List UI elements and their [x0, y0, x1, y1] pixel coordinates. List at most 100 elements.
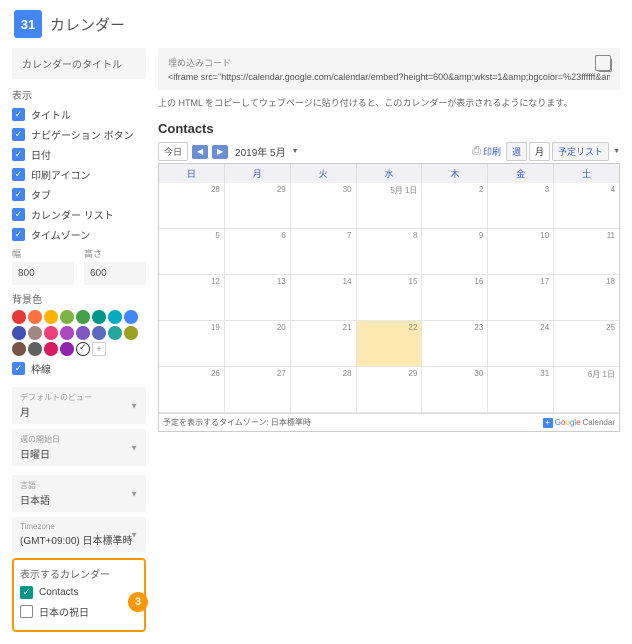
color-swatch[interactable] [60, 342, 74, 356]
calendar-cell[interactable]: 28 [159, 183, 225, 229]
calendar-cell[interactable]: 6月 1日 [554, 367, 619, 413]
calendar-cell[interactable]: 4 [554, 183, 619, 229]
color-swatch[interactable] [92, 326, 106, 340]
color-swatch[interactable] [12, 342, 26, 356]
display-option-label: タイムゾーン [31, 227, 90, 242]
color-swatch[interactable] [124, 326, 138, 340]
calendar-cell[interactable]: 21 [291, 321, 357, 367]
calendar-cell[interactable]: 12 [159, 275, 225, 321]
calendar-cell[interactable]: 5 [159, 229, 225, 275]
calendar-title-section[interactable]: カレンダーのタイトル [12, 48, 146, 79]
display-label: 表示 [12, 87, 146, 102]
calendar-cell[interactable]: 11 [554, 229, 619, 275]
color-swatch[interactable] [60, 326, 74, 340]
chevron-down-icon[interactable]: ▼ [292, 148, 299, 155]
color-swatch[interactable] [12, 310, 26, 324]
display-option-label: ナビゲーション ボタン [31, 127, 134, 142]
language-select[interactable]: 言語日本語▼ [12, 475, 146, 512]
color-swatch[interactable] [92, 310, 106, 324]
view-agenda-button[interactable]: 予定リスト [552, 142, 609, 161]
color-swatch[interactable] [44, 310, 58, 324]
display-option[interactable]: 日付 [12, 147, 146, 162]
embed-code-text[interactable]: <iframe src="https://calendar.google.com… [168, 72, 610, 82]
view-week-button[interactable]: 週 [506, 142, 527, 161]
sidebar: カレンダーのタイトル 表示 タイトルナビゲーション ボタン日付印刷アイコンタブカ… [12, 48, 146, 632]
calendar-cell[interactable]: 30 [291, 183, 357, 229]
color-swatch[interactable] [108, 310, 122, 324]
calendar-cell[interactable]: 24 [488, 321, 554, 367]
calendar-cell[interactable]: 29 [357, 367, 423, 413]
color-swatch[interactable] [12, 326, 26, 340]
calendar-cell[interactable]: 19 [159, 321, 225, 367]
calendar-cell[interactable]: 22 [357, 321, 423, 367]
add-color-button[interactable]: + [92, 342, 106, 356]
display-option[interactable]: タイトル [12, 107, 146, 122]
calendar-cell[interactable]: 9 [422, 229, 488, 275]
color-swatch[interactable] [124, 310, 138, 324]
calendar-cell[interactable]: 15 [357, 275, 423, 321]
color-swatch-selected[interactable] [76, 342, 90, 356]
print-label[interactable]: 印刷 [483, 145, 501, 158]
calendar-cell[interactable]: 7 [291, 229, 357, 275]
calendar-cell[interactable]: 23 [422, 321, 488, 367]
calendar-cell[interactable]: 17 [488, 275, 554, 321]
calendar-grid: 日月火水木金土 2829305月 1日234567891011121314151… [158, 163, 620, 432]
chevron-down-icon: ▼ [130, 401, 138, 410]
prev-button[interactable]: ◀ [192, 145, 208, 159]
display-option[interactable]: タイムゾーン [12, 227, 146, 242]
calendar-cell[interactable]: 8 [357, 229, 423, 275]
calendar-cell[interactable]: 10 [488, 229, 554, 275]
width-input[interactable] [12, 262, 74, 285]
display-option-label: タブ [31, 187, 51, 202]
height-input[interactable] [84, 262, 146, 285]
week-start-select[interactable]: 週の開始日日曜日▼ [12, 429, 146, 466]
default-view-select[interactable]: デフォルトのビュー月▼ [12, 387, 146, 424]
color-swatch[interactable] [28, 310, 42, 324]
today-button[interactable]: 今日 [158, 142, 188, 161]
color-swatch[interactable] [108, 326, 122, 340]
calendar-cell[interactable]: 29 [225, 183, 291, 229]
display-option-label: カレンダー リスト [31, 207, 114, 222]
color-swatch[interactable] [28, 326, 42, 340]
view-month-button[interactable]: 月 [529, 142, 550, 161]
border-label: 枠線 [31, 361, 51, 376]
display-option[interactable]: ナビゲーション ボタン [12, 127, 146, 142]
copy-icon[interactable] [598, 58, 612, 72]
calendar-cell[interactable]: 14 [291, 275, 357, 321]
calendar-cell[interactable]: 3 [488, 183, 554, 229]
chevron-down-icon[interactable]: ▼ [613, 148, 620, 155]
color-swatch[interactable] [44, 326, 58, 340]
print-icon[interactable]: ⎙ [472, 145, 481, 158]
google-logo: Google [555, 418, 581, 427]
google-calendar-link[interactable]: + Google Calendar [543, 418, 615, 428]
calendar-cell[interactable]: 25 [554, 321, 619, 367]
color-swatch[interactable] [76, 310, 90, 324]
calendar-cell[interactable]: 30 [422, 367, 488, 413]
day-header: 金 [488, 164, 554, 183]
calendar-cell[interactable]: 28 [291, 367, 357, 413]
border-checkbox[interactable]: 枠線 [12, 361, 146, 376]
calendar-cell[interactable]: 5月 1日 [357, 183, 423, 229]
calendar-contacts-checkbox[interactable]: Contacts [20, 586, 138, 599]
week-start-label: 週の開始日 [20, 434, 138, 445]
display-option[interactable]: カレンダー リスト [12, 207, 146, 222]
calendar-cell[interactable]: 18 [554, 275, 619, 321]
timezone-label: Timezone [20, 522, 138, 531]
calendar-cell[interactable]: 13 [225, 275, 291, 321]
calendar-cell[interactable]: 16 [422, 275, 488, 321]
color-swatch[interactable] [76, 326, 90, 340]
next-button[interactable]: ▶ [212, 145, 228, 159]
display-option[interactable]: 印刷アイコン [12, 167, 146, 182]
color-swatch[interactable] [44, 342, 58, 356]
display-option[interactable]: タブ [12, 187, 146, 202]
calendar-cell[interactable]: 20 [225, 321, 291, 367]
calendar-cell[interactable]: 26 [159, 367, 225, 413]
calendar-cell[interactable]: 6 [225, 229, 291, 275]
calendar-cell[interactable]: 31 [488, 367, 554, 413]
calendar-holidays-checkbox[interactable]: 日本の祝日 [20, 604, 138, 619]
color-swatch[interactable] [28, 342, 42, 356]
color-swatch[interactable] [60, 310, 74, 324]
timezone-select[interactable]: Timezone(GMT+09:00) 日本標準時▼ [12, 517, 146, 552]
calendar-cell[interactable]: 2 [422, 183, 488, 229]
calendar-cell[interactable]: 27 [225, 367, 291, 413]
